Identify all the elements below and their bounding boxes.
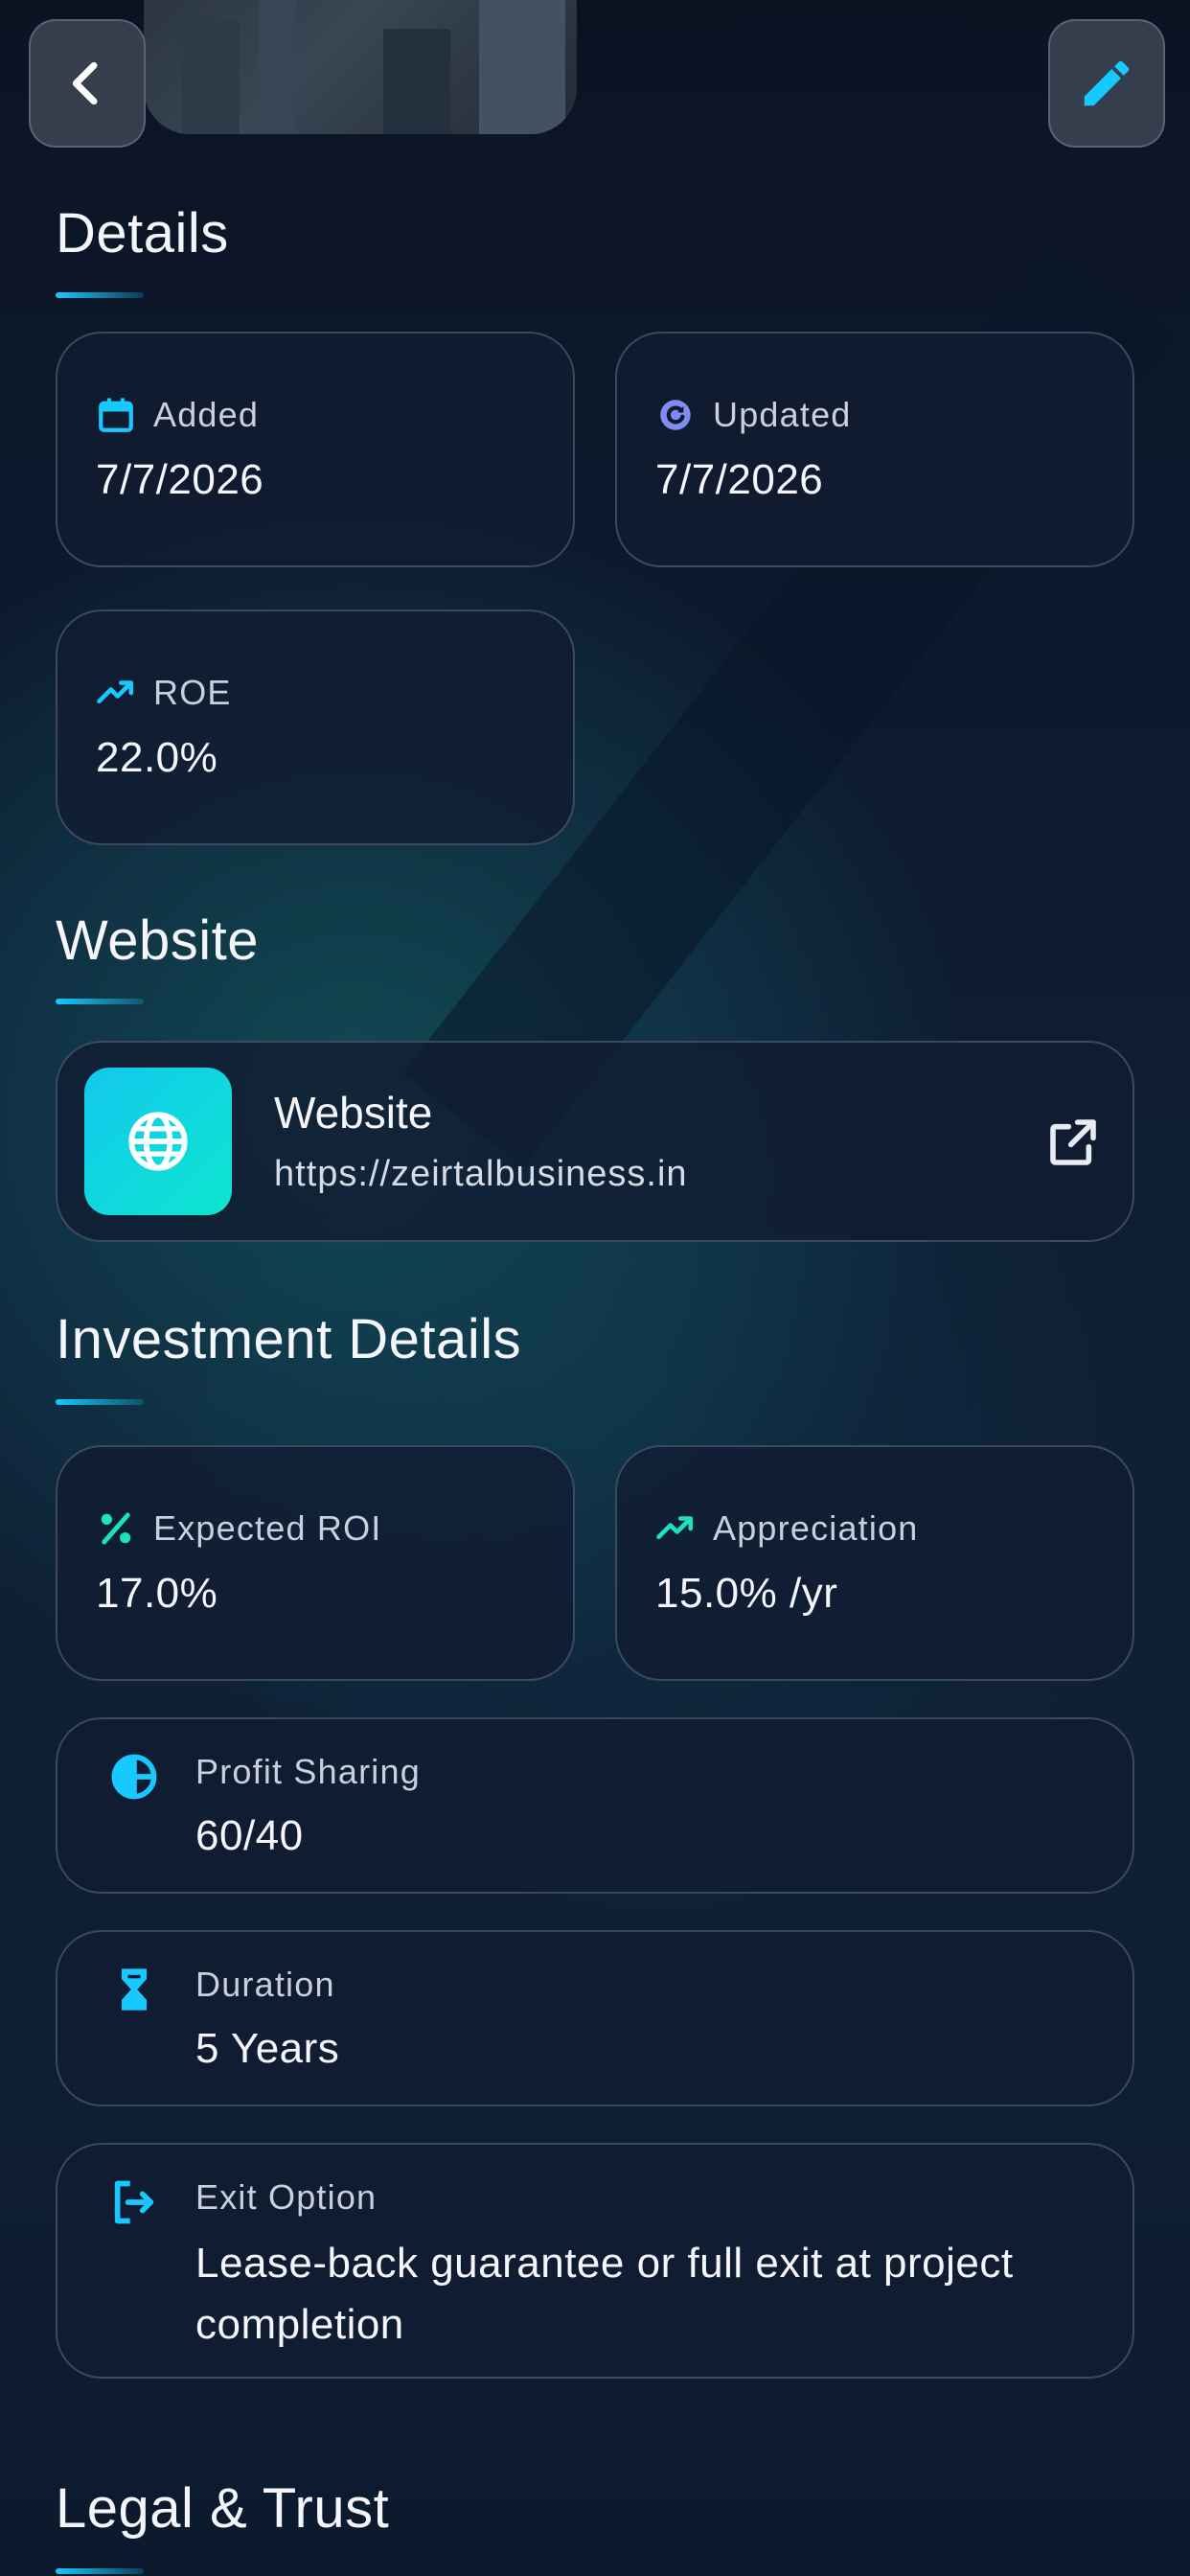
exit-option-label: Exit Option (195, 2177, 378, 2217)
exit-option-card: Exit Option Lease-back guarantee or full… (56, 2143, 1134, 2379)
profit-sharing-label: Profit Sharing (195, 1752, 421, 1791)
percent-icon (96, 1508, 136, 1549)
section-underline (56, 2568, 144, 2574)
calendar-icon (96, 395, 136, 435)
website-card[interactable]: Website https://zeirtalbusiness.in (56, 1041, 1134, 1242)
pencil-icon (1077, 54, 1136, 113)
added-value: 7/7/2026 (96, 456, 264, 503)
expected-roi-card: Expected ROI 17.0% (56, 1445, 575, 1681)
investment-section-title: Investment Details (56, 1308, 522, 1370)
added-card: Added 7/7/2026 (56, 332, 575, 567)
appreciation-card: Appreciation 15.0% /yr (615, 1445, 1134, 1681)
exit-icon (105, 2174, 163, 2231)
roe-value: 22.0% (96, 734, 218, 781)
trending-up-icon (96, 673, 136, 713)
pie-chart-icon (105, 1748, 163, 1806)
profit-sharing-value: 60/40 (195, 1812, 304, 1859)
website-url[interactable]: https://zeirtalbusiness.in (274, 1154, 688, 1195)
hero-header (0, 0, 1190, 172)
section-underline (56, 292, 144, 298)
section-underline (56, 999, 144, 1004)
edit-button[interactable] (1048, 19, 1165, 148)
updated-card: Updated 7/7/2026 (615, 332, 1134, 567)
updated-label: Updated (713, 395, 852, 434)
back-button[interactable] (29, 19, 146, 148)
refresh-icon (655, 395, 696, 435)
roe-card: ROE 22.0% (56, 610, 575, 845)
property-image (144, 0, 577, 134)
appreciation-value: 15.0% /yr (655, 1570, 838, 1617)
website-card-title: Website (274, 1088, 433, 1138)
roe-label: ROE (153, 673, 232, 712)
expected-roi-label: Expected ROI (153, 1508, 382, 1548)
added-label: Added (153, 395, 260, 434)
details-section-title: Details (56, 202, 229, 264)
trending-up-icon (655, 1508, 696, 1549)
exit-option-value: Lease-back guarantee or full exit at pro… (195, 2240, 1014, 2348)
legal-section-title: Legal & Trust (56, 2477, 390, 2540)
chevron-left-icon (60, 57, 114, 110)
updated-value: 7/7/2026 (655, 456, 824, 503)
website-section-title: Website (56, 909, 259, 972)
expected-roi-value: 17.0% (96, 1570, 218, 1617)
section-underline (56, 1399, 144, 1405)
website-icon-box (84, 1068, 232, 1215)
appreciation-label: Appreciation (713, 1508, 919, 1548)
globe-icon (125, 1108, 192, 1175)
profit-sharing-card: Profit Sharing 60/40 (56, 1717, 1134, 1894)
external-link-icon[interactable] (1042, 1112, 1104, 1173)
hourglass-icon (105, 1961, 163, 2018)
duration-value: 5 Years (195, 2025, 340, 2072)
duration-card: Duration 5 Years (56, 1930, 1134, 2106)
duration-label: Duration (195, 1965, 335, 2004)
